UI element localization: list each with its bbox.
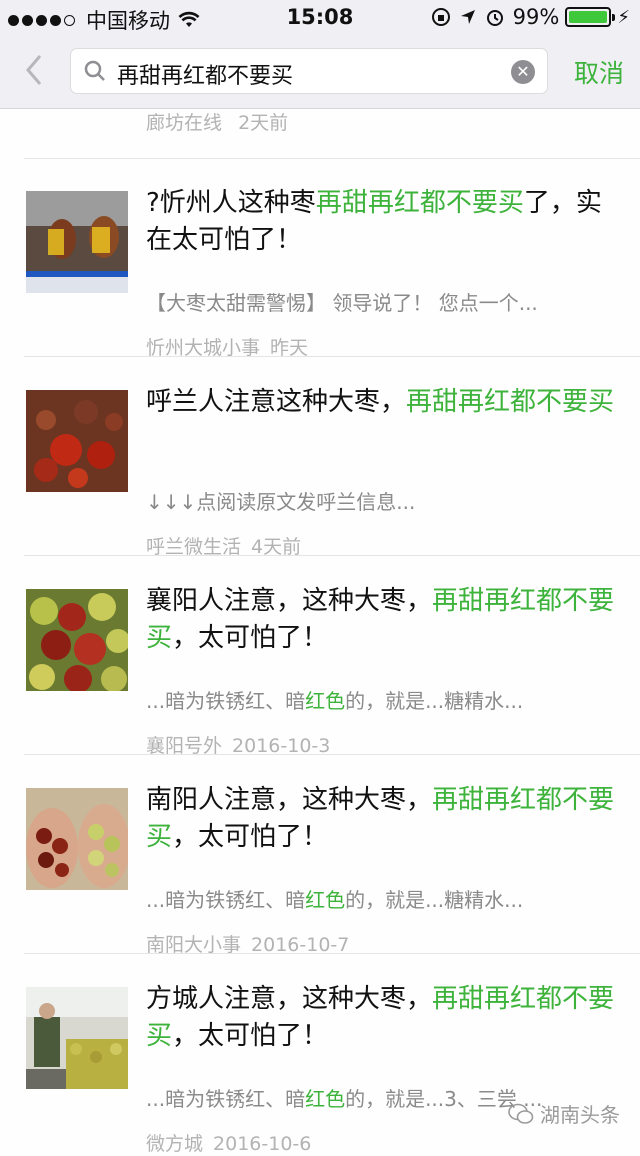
search-query: 再甜再红都不要买 xyxy=(117,64,294,89)
article-title: 南阳人注意，这种大枣，再甜再红都不要买，太可怕了！ xyxy=(146,785,615,852)
location-icon xyxy=(460,10,475,24)
status-indicators: 99% ⚡ xyxy=(431,5,630,29)
list-item[interactable]: ?忻州人这种枣再甜再红都不要买了，实在太可怕了！ 【大枣太甜需警惕】 领导说了！… xyxy=(0,159,640,359)
charging-icon: ⚡ xyxy=(617,6,630,28)
alarm-icon xyxy=(486,10,503,26)
article-title: 襄阳人注意，这种大枣，再甜再红都不要买，太可怕了！ xyxy=(146,586,615,653)
source-name: 微方城 xyxy=(146,1133,204,1155)
list-item[interactable]: 南阳人注意，这种大枣，再甜再红都不要买，太可怕了！ ...暗为铁锈红、暗红色的，… xyxy=(0,756,640,956)
thumbnail-image xyxy=(26,390,128,492)
article-digest: ...暗为铁锈红、暗红色的，就是...糖精水... xyxy=(146,888,524,912)
article-digest: ...暗为铁锈红、暗红色的，就是...糖精水... xyxy=(146,689,524,713)
cancel-button[interactable]: 取消 xyxy=(574,54,624,90)
thumbnail-image xyxy=(26,191,128,293)
source-name: 廊坊在线 xyxy=(146,112,223,134)
article-digest: 【大枣太甜需警惕】 领导说了！ 您点一个... xyxy=(146,291,538,315)
thumbnail-image xyxy=(26,788,128,890)
thumbnail-image xyxy=(26,589,128,691)
publish-date: 2天前 xyxy=(238,112,289,134)
list-item[interactable]: 襄阳人注意，这种大枣，再甜再红都不要买，太可怕了！ ...暗为铁锈红、暗红色的，… xyxy=(0,557,640,757)
article-title: 方城人注意，这种大枣，再甜再红都不要买，太可怕了！ xyxy=(146,984,615,1051)
status-bar: 中国移动 15:08 99% ⚡ xyxy=(0,0,640,36)
publish-date: 2016-10-6 xyxy=(213,1133,312,1155)
article-title: ?忻州人这种枣再甜再红都不要买了，实在太可怕了！ xyxy=(146,188,602,255)
wechat-icon xyxy=(508,1103,534,1124)
battery-percent: 99% xyxy=(512,5,560,29)
search-icon xyxy=(84,60,105,81)
watermark: 湖南头条 xyxy=(508,1099,620,1128)
back-chevron-icon[interactable] xyxy=(22,52,58,88)
clear-icon[interactable]: ✕ xyxy=(511,60,535,84)
top-item-meta: 廊坊在线 2天前 xyxy=(146,108,288,135)
list-item[interactable]: 呼兰人注意这种大枣，再甜再红都不要买 ↓↓↓点阅读原文发呼兰信息... 呼兰微生… xyxy=(0,358,640,558)
battery-fill xyxy=(569,11,607,23)
search-header: 再甜再红都不要买 ✕ 取消 xyxy=(0,36,640,109)
battery-icon xyxy=(565,7,616,27)
orientation-lock-icon xyxy=(431,8,450,26)
watermark-text: 湖南头条 xyxy=(540,1103,620,1127)
article-title: 呼兰人注意这种大枣，再甜再红都不要买 xyxy=(146,387,615,417)
thumbnail-image xyxy=(26,987,128,1089)
article-meta: 微方城 2016-10-6 xyxy=(146,1129,311,1156)
article-digest: ↓↓↓点阅读原文发呼兰信息... xyxy=(146,490,416,514)
search-input[interactable]: 再甜再红都不要买 ✕ xyxy=(70,48,548,94)
